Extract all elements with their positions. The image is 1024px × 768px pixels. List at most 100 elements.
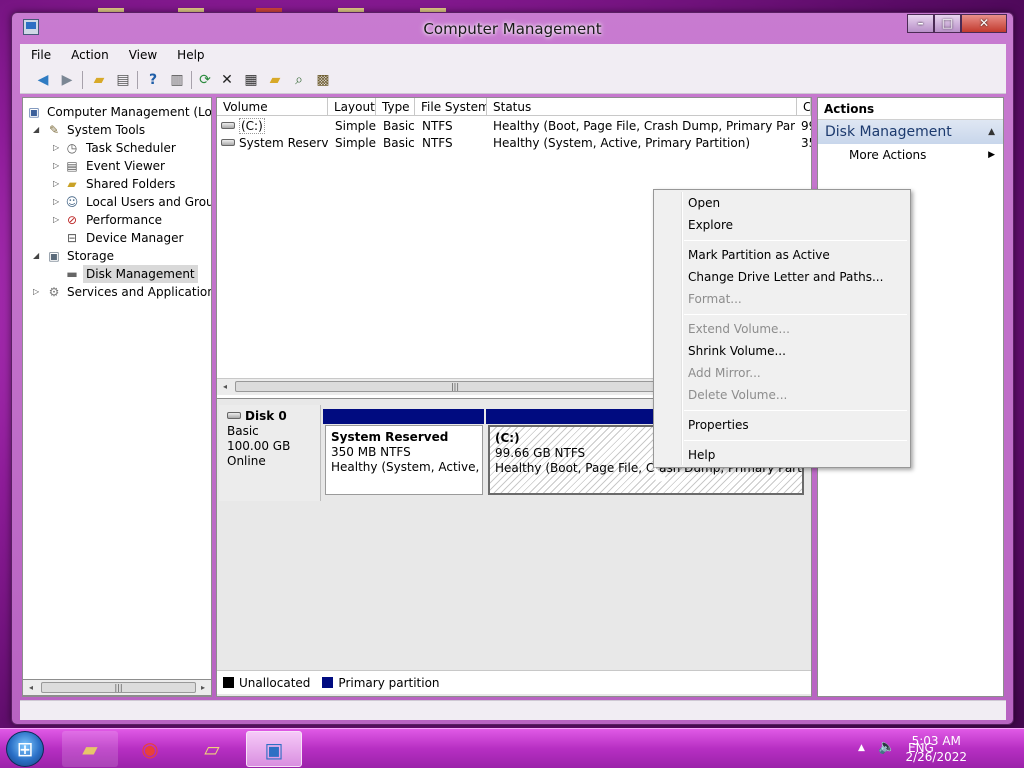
partition-system-reserved[interactable]: System Reserved 350 MB NTFS Healthy (Sys…: [325, 425, 483, 495]
column-header-file-system[interactable]: File System: [415, 98, 487, 116]
table-row[interactable]: System Reserved Simple Basic NTFS Health…: [217, 135, 811, 152]
refresh-icon[interactable]: ⟳: [196, 71, 214, 89]
menu-view[interactable]: View: [118, 48, 166, 62]
explorer-icon[interactable]: ▰: [62, 731, 118, 767]
column-header-capacity[interactable]: C: [797, 98, 811, 116]
device-manager-icon: ⊟: [66, 231, 78, 245]
disk-0-label[interactable]: Disk 0 Basic 100.00 GB Online: [219, 405, 321, 501]
menu-item-explore[interactable]: Explore: [688, 215, 733, 235]
menu-item-mark-partition-active[interactable]: Mark Partition as Active: [688, 245, 830, 265]
table-row[interactable]: (C:) Simple Basic NTFS Healthy (Boot, Pa…: [217, 118, 811, 135]
disk-icon: [227, 412, 241, 419]
forward-icon[interactable]: ▶: [58, 71, 76, 89]
show-hide-tree-icon[interactable]: ▤: [114, 71, 132, 89]
menu-separator: [684, 314, 907, 315]
column-header-volume[interactable]: Volume: [217, 98, 328, 116]
tree-item-performance[interactable]: ▷ ⊘ Performance: [23, 211, 211, 229]
tree-item-label: Disk Management: [83, 265, 198, 283]
maximize-button[interactable]: □: [934, 14, 961, 33]
tree-item-shared-folders[interactable]: ▷ ▰ Shared Folders: [23, 175, 211, 193]
drive-icon: [221, 122, 235, 129]
tree-item-label: Local Users and Groups: [86, 195, 211, 209]
tree-item-services-and-applications[interactable]: ▷ ⚙ Services and Applications: [23, 283, 211, 301]
menu-item-properties[interactable]: Properties: [688, 415, 749, 435]
actions-section-label: Disk Management: [825, 124, 952, 140]
collapsed-arrow-icon[interactable]: ▷: [33, 283, 39, 301]
scroll-thumb[interactable]: |||: [235, 381, 675, 392]
partition-size: 350 MB NTFS: [331, 445, 411, 459]
folder-icon[interactable]: ▱: [184, 731, 240, 767]
scroll-thumb[interactable]: |||: [41, 682, 196, 693]
tree-horizontal-scrollbar[interactable]: ◂ ||| ▸: [22, 679, 212, 696]
drive-icon: [221, 139, 235, 146]
up-folder-icon[interactable]: ▰: [90, 71, 108, 89]
collapsed-arrow-icon[interactable]: ▷: [53, 157, 59, 175]
menu-item-change-drive-letter[interactable]: Change Drive Letter and Paths...: [688, 267, 883, 287]
open-folder-icon[interactable]: ▰: [266, 71, 284, 89]
menu-action[interactable]: Action: [60, 48, 118, 62]
legend: Unallocated Primary partition: [217, 670, 811, 694]
close-button[interactable]: ✕: [961, 14, 1007, 33]
toolbar: ◀ ▶ ▰ ▤ ? ▥ ⟳ ✕ ▦ ▰ ⌕ ▩: [20, 66, 1006, 94]
properties-icon[interactable]: ▦: [242, 71, 260, 89]
tree-item-disk-management[interactable]: ▬ Disk Management: [63, 265, 198, 283]
chrome-icon[interactable]: ◉: [122, 731, 178, 767]
connect-icon[interactable]: ▩: [314, 71, 332, 89]
disk-size: 100.00 GB: [227, 439, 291, 453]
search-icon[interactable]: ⌕: [290, 71, 308, 89]
tree-item-task-scheduler[interactable]: ▷ ◷ Task Scheduler: [23, 139, 211, 157]
menu-item-open[interactable]: Open: [688, 193, 720, 213]
tree-item-event-viewer[interactable]: ▷ ▤ Event Viewer: [23, 157, 211, 175]
window-title: Computer Management: [423, 20, 602, 38]
toolbar-separator: [191, 71, 192, 89]
show-hide-action-pane-icon[interactable]: ▥: [168, 71, 186, 89]
minimize-button[interactable]: –: [907, 14, 934, 33]
start-button[interactable]: [6, 731, 44, 767]
tree-item-label: Event Viewer: [86, 159, 165, 173]
title-bar[interactable]: Computer Management – □ ✕: [12, 13, 1013, 43]
tree-item-storage[interactable]: ◢ ▣ Storage: [23, 247, 211, 265]
context-menu[interactable]: Open Explore Mark Partition as Active Ch…: [653, 189, 911, 468]
help-icon[interactable]: ?: [144, 71, 162, 89]
menu-file[interactable]: File: [20, 48, 60, 62]
computer-icon: ▣: [28, 105, 40, 119]
toolbar-separator: [82, 71, 83, 89]
console-tree[interactable]: ▣ Computer Management (Local ◢ ✎ System …: [22, 97, 212, 697]
volume-icon[interactable]: 🔈: [878, 739, 895, 755]
users-icon: ☺: [65, 195, 79, 209]
scroll-left-icon[interactable]: ◂: [217, 379, 233, 394]
actions-section-disk-management[interactable]: Disk Management ▲: [818, 120, 1003, 144]
column-header-type[interactable]: Type: [376, 98, 415, 116]
column-header-status[interactable]: Status: [487, 98, 797, 116]
collapsed-arrow-icon[interactable]: ▷: [53, 211, 59, 229]
computer-management-icon[interactable]: ▣: [246, 731, 302, 767]
show-hidden-icons-icon[interactable]: ▲: [858, 743, 865, 753]
expanded-arrow-icon[interactable]: ◢: [33, 247, 39, 265]
menu-bar: File Action View Help: [20, 44, 1006, 66]
more-actions-item[interactable]: More Actions ▶: [818, 144, 1003, 166]
partition-status: Healthy (System, Active, Primary Partiti…: [331, 460, 482, 474]
tree-item-system-tools[interactable]: ◢ ✎ System Tools: [23, 121, 211, 139]
tree-item-local-users-and-groups[interactable]: ▷ ☺ Local Users and Groups: [23, 193, 211, 211]
scroll-right-icon[interactable]: ▸: [195, 680, 211, 695]
file-system-cell: NTFS: [422, 136, 453, 150]
collapsed-arrow-icon[interactable]: ▷: [53, 139, 59, 157]
tree-item-computer-management[interactable]: ▣ Computer Management (Local: [23, 103, 211, 121]
clock[interactable]: 5:03 AM 2/26/2022: [905, 733, 967, 765]
collapse-up-icon[interactable]: ▲: [988, 120, 995, 144]
tree-item-device-manager[interactable]: ⊟ Device Manager: [23, 229, 211, 247]
expanded-arrow-icon[interactable]: ◢: [33, 121, 39, 139]
scroll-left-icon[interactable]: ◂: [23, 680, 39, 695]
shared-folder-icon: ▰: [67, 177, 77, 191]
menu-help[interactable]: Help: [166, 48, 213, 62]
menu-item-help[interactable]: Help: [688, 445, 715, 465]
menu-item-shrink-volume[interactable]: Shrink Volume...: [688, 341, 786, 361]
volume-name: System Reserved: [239, 136, 329, 150]
tree-item-label: Storage: [67, 249, 114, 263]
delete-icon[interactable]: ✕: [218, 71, 236, 89]
back-icon[interactable]: ◀: [34, 71, 52, 89]
collapsed-arrow-icon[interactable]: ▷: [53, 193, 59, 211]
clock-icon: ◷: [66, 141, 78, 155]
column-header-layout[interactable]: Layout: [328, 98, 376, 116]
collapsed-arrow-icon[interactable]: ▷: [53, 175, 59, 193]
